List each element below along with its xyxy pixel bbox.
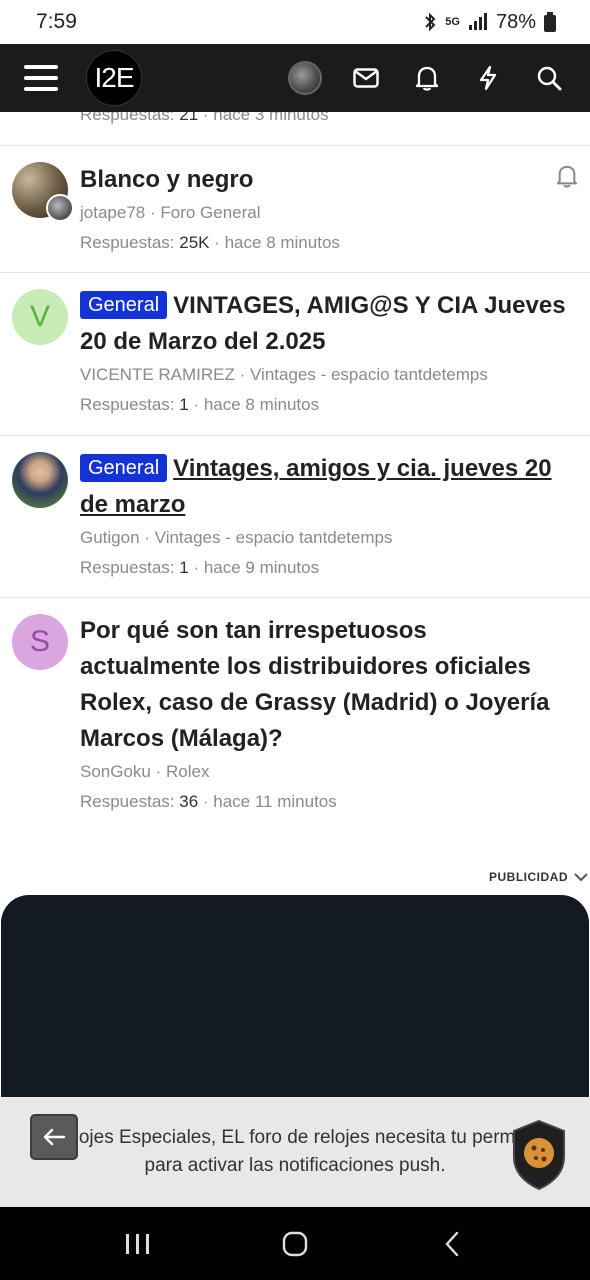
thread-time: · hace 8 minutos <box>193 395 320 414</box>
replies-label: Respuestas: <box>80 112 175 124</box>
thread-meta: Respuestas: 25K · hace 8 minutos <box>80 228 570 258</box>
thread-row[interactable]: Blanco y negro jotape78 · Foro General R… <box>0 146 590 273</box>
thread-author[interactable]: SonGoku <box>80 762 151 781</box>
menu-icon[interactable] <box>24 65 58 91</box>
thread-author-line: VICENTE RAMIREZ · Vintages - espacio tan… <box>80 360 570 390</box>
status-bar: 7:59 5G 78% <box>0 0 590 44</box>
avatar[interactable] <box>12 452 68 508</box>
thread-author[interactable]: jotape78 <box>80 203 145 222</box>
replies-count: 1 <box>179 395 189 414</box>
thread-meta: Respuestas: 21 · hace 3 minutos <box>80 112 329 125</box>
back-button[interactable] <box>422 1219 482 1269</box>
home-icon <box>282 1231 308 1256</box>
thread-time: · hace 8 minutos <box>214 233 340 252</box>
thread-forum[interactable]: · Rolex <box>156 762 210 781</box>
site-logo[interactable]: I2E <box>86 50 142 106</box>
thread-row-partial[interactable]: Respuestas: 21 · hace 3 minutos <box>0 112 590 146</box>
replies-count: 36 <box>179 792 199 811</box>
back-arrow-button[interactable] <box>30 1114 78 1160</box>
watch-bell-icon[interactable] <box>556 164 578 188</box>
system-nav-bar <box>0 1207 590 1280</box>
bell-icon[interactable] <box>410 61 444 95</box>
thread-forum[interactable]: · Vintages - espacio tantdetemps <box>144 528 392 547</box>
bluetooth-icon <box>425 12 436 32</box>
lightning-icon[interactable] <box>471 61 505 95</box>
status-icons: 5G 78% <box>423 11 556 34</box>
replies-label: Respuestas: <box>80 395 175 414</box>
thread-time: · hace 3 minutos <box>202 112 329 124</box>
app-header: I2E <box>0 44 590 112</box>
recent-apps-button[interactable] <box>108 1219 168 1269</box>
ad-label-text: PUBLICIDAD <box>489 870 568 884</box>
back-chevron-icon <box>445 1231 458 1256</box>
recent-apps-icon <box>126 1233 150 1254</box>
avatar[interactable]: V <box>12 289 68 345</box>
thread-meta: Respuestas: 1 · hace 9 minutos <box>80 553 570 583</box>
user-avatar[interactable] <box>288 61 322 95</box>
thread-meta: Respuestas: 1 · hace 8 minutos <box>80 390 570 420</box>
signal-icon <box>468 13 487 30</box>
thread-title-text[interactable]: Por qué son tan irrespetuosos actualment… <box>80 617 550 752</box>
thread-row[interactable]: S Por qué son tan irrespetuosos actualme… <box>0 598 590 831</box>
thread-author[interactable]: Gutigon <box>80 528 140 547</box>
arrow-left-icon <box>43 1128 66 1146</box>
thread-time: · hace 9 minutos <box>193 558 320 577</box>
search-icon[interactable] <box>532 61 566 95</box>
battery-icon <box>544 12 556 32</box>
thread-row[interactable]: General Vintages, amigos y cia. jueves 20… <box>0 436 590 598</box>
network-type: 5G <box>445 16 460 28</box>
battery-percent: 78% <box>495 10 536 33</box>
chevron-down-icon <box>574 873 588 882</box>
thread-author-line: SonGoku · Rolex <box>80 757 570 787</box>
replies-label: Respuestas: <box>80 558 175 577</box>
thread-row[interactable]: V General VINTAGES, AMIG@S Y CIA Jueves 2… <box>0 273 590 436</box>
thread-list: Respuestas: 21 · hace 3 minutos Blanco y… <box>0 112 590 831</box>
thread-title[interactable]: Por qué son tan irrespetuosos actualment… <box>80 613 570 757</box>
ad-banner[interactable] <box>1 895 589 1105</box>
ad-label[interactable]: PUBLICIDAD <box>489 870 588 884</box>
thread-forum[interactable]: · Foro General <box>150 203 261 222</box>
replies-count: 21 <box>179 112 199 124</box>
avatar[interactable]: S <box>12 614 68 670</box>
thread-author-line: jotape78 · Foro General <box>80 198 570 228</box>
thread-time: · hace 11 minutos <box>202 792 337 811</box>
thread-title-text[interactable]: Blanco y negro <box>80 166 253 193</box>
replies-count: 25K <box>179 233 210 252</box>
thread-author[interactable]: VICENTE RAMIREZ <box>80 365 235 384</box>
thread-title[interactable]: General Vintages, amigos y cia. jueves 20… <box>80 451 570 523</box>
thread-meta: Respuestas: 36 · hace 11 minutos <box>80 787 570 817</box>
status-time: 7:59 <box>36 10 77 33</box>
prefix-badge[interactable]: General <box>80 454 168 482</box>
prefix-badge[interactable]: General <box>80 291 168 319</box>
header-actions <box>288 61 566 95</box>
replies-count: 1 <box>179 558 189 577</box>
replies-label: Respuestas: <box>80 233 175 252</box>
push-permission-banner[interactable]: Relojes Especiales, EL foro de relojes n… <box>0 1097 590 1207</box>
replies-label: Respuestas: <box>80 792 175 811</box>
thread-forum[interactable]: · Vintages - espacio tantdetemps <box>240 365 488 384</box>
push-permission-text: Relojes Especiales, EL foro de relojes n… <box>50 1127 540 1176</box>
last-poster-avatar[interactable] <box>46 194 74 222</box>
cookie-consent-icon[interactable] <box>510 1119 568 1191</box>
envelope-icon[interactable] <box>349 61 383 95</box>
thread-title[interactable]: Blanco y negro <box>80 162 570 198</box>
thread-title[interactable]: General VINTAGES, AMIG@S Y CIA Jueves 20 … <box>80 288 570 360</box>
home-button[interactable] <box>265 1219 325 1269</box>
thread-author-line: Gutigon · Vintages - espacio tantdetemps <box>80 523 570 553</box>
